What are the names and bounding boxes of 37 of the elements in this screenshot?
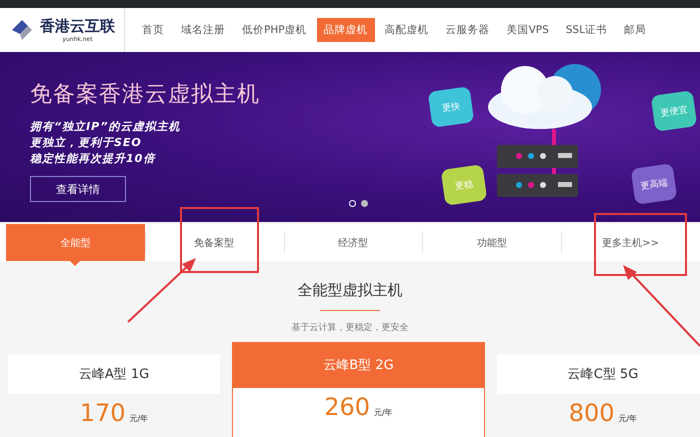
category-tab[interactable]: 更多主机>> <box>561 224 700 261</box>
banner-text: 更独立，更利于SEO <box>30 135 143 151</box>
category-tab[interactable]: 功能型 <box>422 224 562 261</box>
category-tab[interactable]: 免备案型 <box>144 224 284 261</box>
details-button[interactable]: 查看详情 <box>30 176 126 202</box>
plan-name: 云峰C型 5G <box>566 366 640 384</box>
price-unit: 元/年 <box>618 413 638 424</box>
price-unit: 元/年 <box>374 407 393 418</box>
nav-link[interactable]: SSL证书 <box>558 18 614 42</box>
speech-bubble: 更高端 <box>630 163 678 205</box>
nav-link[interactable]: 云服务器 <box>438 18 497 42</box>
category-tab[interactable]: 经济型 <box>284 224 422 261</box>
speech-bubble: 更快 <box>428 86 474 128</box>
plan-name: 云峰B型 2G <box>232 342 485 388</box>
speech-bubble: 更便宜 <box>650 90 698 132</box>
tab-pointer-icon <box>70 261 80 266</box>
section-subtitle: 基于云计算，更稳定，更安全 <box>290 322 410 334</box>
plan-price: 260 <box>324 394 370 420</box>
plan-price: 800 <box>568 400 615 426</box>
plan-price: 170 <box>80 400 126 426</box>
annotation-arrow <box>127 258 196 323</box>
speech-bubble: 更稳 <box>440 164 488 206</box>
logo-text: 香港云互联 <box>40 17 115 36</box>
nav-link[interactable]: 低价PHP虚机 <box>235 18 314 42</box>
plan-name: 云峰A型 1G <box>78 366 150 384</box>
carousel-dot[interactable] <box>349 200 356 207</box>
price-unit: 元/年 <box>130 413 148 424</box>
nav-link[interactable]: 邮局 <box>616 18 653 42</box>
carousel-dot[interactable] <box>361 200 368 207</box>
banner-text: 拥有“独立IP”的云虚拟主机 <box>30 119 182 135</box>
section-title: 全能型虚拟主机 <box>296 281 404 300</box>
nav-link[interactable]: 域名注册 <box>174 18 232 42</box>
banner-title: 免备案香港云虚拟主机 <box>30 81 260 109</box>
nav-link[interactable]: 美国VPS <box>500 18 556 42</box>
nav-link[interactable]: 首页 <box>135 18 171 42</box>
nav-link[interactable]: 高配虚机 <box>378 18 436 42</box>
banner-text: 稳定性能再次提升10倍 <box>30 151 157 167</box>
